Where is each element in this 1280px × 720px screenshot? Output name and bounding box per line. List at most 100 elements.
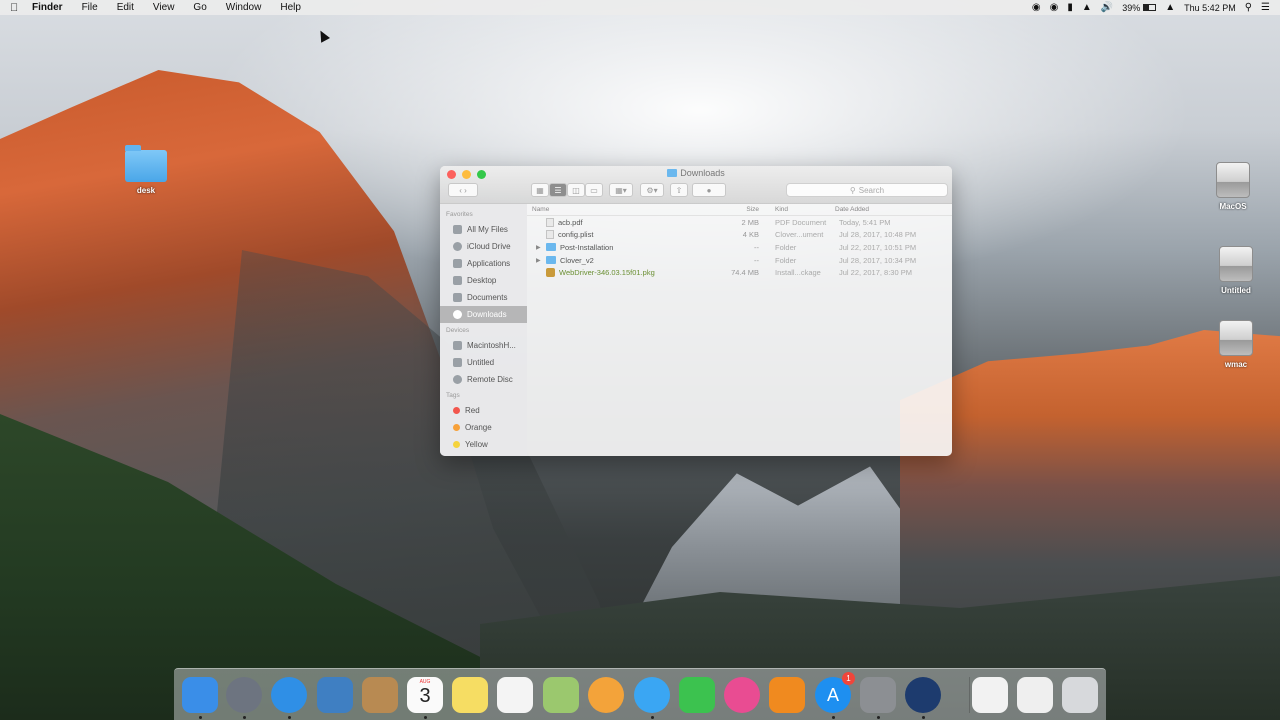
sidebar-item-label: Untitled [467, 358, 495, 367]
file-list: Name Size Kind Date Added acb.pdf 2 MB P… [527, 204, 952, 456]
desktop-drive-wmac[interactable]: wmac [1206, 320, 1266, 369]
running-indicator [877, 716, 880, 719]
window-titlebar[interactable]: Downloads ‹ › ▦ ☰ ◫ ▭ ▦▾ ⚙▾ ⇧ ● ⚲ Search [440, 166, 952, 204]
sidebar-item-label: Orange [465, 423, 492, 432]
trash-icon[interactable] [1062, 677, 1098, 713]
dock: AUG 3 A 1 [174, 668, 1106, 720]
table-row[interactable]: WebDriver-346.03.15f01.pkg 74.4 MB Insta… [527, 266, 952, 279]
applications-icon [453, 259, 462, 268]
arrange-button[interactable]: ▦▾ [609, 183, 633, 197]
wifi-icon[interactable]: ▲ [1082, 2, 1092, 13]
sidebar-section-favorites: Favorites [446, 211, 473, 218]
record-icon[interactable]: ◉ [1032, 2, 1041, 13]
spotlight-icon[interactable]: ⚲ [1245, 2, 1252, 13]
sidebar-item-desktop[interactable]: Desktop [440, 272, 527, 289]
menu-file[interactable]: File [82, 2, 98, 13]
list-view-button[interactable]: ☰ [549, 183, 567, 197]
action-button[interactable]: ⚙▾ [640, 183, 664, 197]
tags-button[interactable]: ● [692, 183, 726, 197]
notification-center-icon[interactable]: ☰ [1261, 2, 1270, 13]
share-button[interactable]: ⇧ [670, 183, 688, 197]
sidebar-item-all-my-files[interactable]: All My Files [440, 221, 527, 238]
table-row[interactable]: ▶ Clover_v2 -- Folder Jul 28, 2017, 10:34… [527, 254, 952, 267]
table-row[interactable]: ▶ Post-Installation -- Folder Jul 22, 201… [527, 241, 952, 254]
running-indicator [424, 716, 427, 719]
sidebar-item-tag-yellow[interactable]: Yellow [440, 436, 527, 453]
sidebar-item-icloud-drive[interactable]: iCloud Drive [440, 238, 527, 255]
menu-view[interactable]: View [153, 2, 175, 13]
sidebar-item-documents[interactable]: Documents [440, 289, 527, 306]
disclosure-triangle-icon[interactable]: ▶ [536, 244, 542, 251]
quicktime-icon[interactable] [905, 677, 941, 713]
notification-badge: 1 [842, 672, 855, 685]
file-kind: Folder [775, 242, 797, 252]
yellow-tag-icon [453, 441, 460, 448]
notes-icon[interactable] [452, 677, 488, 713]
sidebar-item-remote-disc[interactable]: Remote Disc [440, 371, 527, 388]
file-size: -- [754, 255, 759, 265]
facetime-icon[interactable] [679, 677, 715, 713]
sidebar-item-tag-orange[interactable]: Orange [440, 419, 527, 436]
desktop-folder-desk[interactable]: desk [116, 145, 176, 195]
signal-icon[interactable]: ▮ [1067, 2, 1073, 13]
maps-icon[interactable] [543, 677, 579, 713]
sidebar-item-applications[interactable]: Applications [440, 255, 527, 272]
calendar-icon[interactable]: AUG 3 [407, 677, 443, 713]
sidebar-item-tag-red[interactable]: Red [440, 402, 527, 419]
finder-icon[interactable] [182, 677, 218, 713]
column-size[interactable]: Size [727, 206, 759, 213]
battery-status[interactable]: 39% [1122, 3, 1157, 13]
menu-window[interactable]: Window [226, 2, 262, 13]
table-row[interactable]: config.plist 4 KB Clover...ument Jul 28,… [527, 229, 952, 242]
running-indicator [651, 716, 654, 719]
table-row[interactable]: acb.pdf 2 MB PDF Document Today, 5:41 PM [527, 216, 952, 229]
apple-menu-icon[interactable]:  [10, 2, 24, 14]
document-icon[interactable] [972, 677, 1008, 713]
folder-icon [546, 256, 556, 265]
column-view-button[interactable]: ◫ [567, 183, 585, 197]
column-kind[interactable]: Kind [759, 206, 835, 213]
menu-go[interactable]: Go [193, 2, 206, 13]
cover-flow-button[interactable]: ▭ [585, 183, 603, 197]
reminders-icon[interactable] [497, 677, 533, 713]
calendar-day: 3 [419, 685, 431, 707]
sidebar-item-macintosh-hd[interactable]: MacintoshH... [440, 337, 527, 354]
menu-clock[interactable]: Thu 5:42 PM [1184, 3, 1236, 13]
preview-icon[interactable] [317, 677, 353, 713]
back-forward-buttons[interactable]: ‹ › [448, 183, 478, 197]
user-icon[interactable]: ▲ [1165, 2, 1175, 13]
display-icon[interactable]: ◉ [1050, 2, 1059, 13]
search-icon: ⚲ [849, 185, 856, 195]
search-field[interactable]: ⚲ Search [786, 183, 948, 197]
sidebar-item-label: Red [465, 406, 480, 415]
menu-edit[interactable]: Edit [117, 2, 134, 13]
photos-icon[interactable] [588, 677, 624, 713]
volume-icon[interactable]: 🔊 [1101, 2, 1113, 13]
column-name[interactable]: Name [527, 206, 727, 213]
itunes-icon[interactable] [724, 677, 760, 713]
system-preferences-icon[interactable] [860, 677, 896, 713]
safari-icon[interactable] [271, 677, 307, 713]
desktop-drive-macos[interactable]: MacOS [1203, 162, 1263, 211]
menu-app-name[interactable]: Finder [32, 2, 63, 13]
folder-icon [667, 169, 678, 177]
file-kind: Folder [775, 255, 797, 265]
sidebar-section-tags: Tags [446, 392, 460, 399]
file-size: 74.4 MB [731, 268, 759, 278]
disclosure-triangle-icon[interactable]: ▶ [536, 257, 542, 264]
document-preview-icon[interactable] [1017, 677, 1053, 713]
messages-icon[interactable] [634, 677, 670, 713]
ibooks-icon[interactable] [769, 677, 805, 713]
contacts-icon[interactable] [362, 677, 398, 713]
finder-sidebar: Favorites All My Files iCloud Drive Appl… [440, 204, 527, 456]
sidebar-item-untitled[interactable]: Untitled [440, 354, 527, 371]
desktop-drive-untitled[interactable]: Untitled [1206, 246, 1266, 295]
orange-tag-icon [453, 424, 460, 431]
column-date-added[interactable]: Date Added [835, 206, 952, 213]
finder-window: Downloads ‹ › ▦ ☰ ◫ ▭ ▦▾ ⚙▾ ⇧ ● ⚲ Search… [440, 166, 952, 456]
menu-help[interactable]: Help [280, 2, 301, 13]
sidebar-item-downloads[interactable]: Downloads [440, 306, 527, 323]
launchpad-icon[interactable] [226, 677, 262, 713]
sidebar-section-devices: Devices [446, 327, 470, 334]
icon-view-button[interactable]: ▦ [531, 183, 549, 197]
